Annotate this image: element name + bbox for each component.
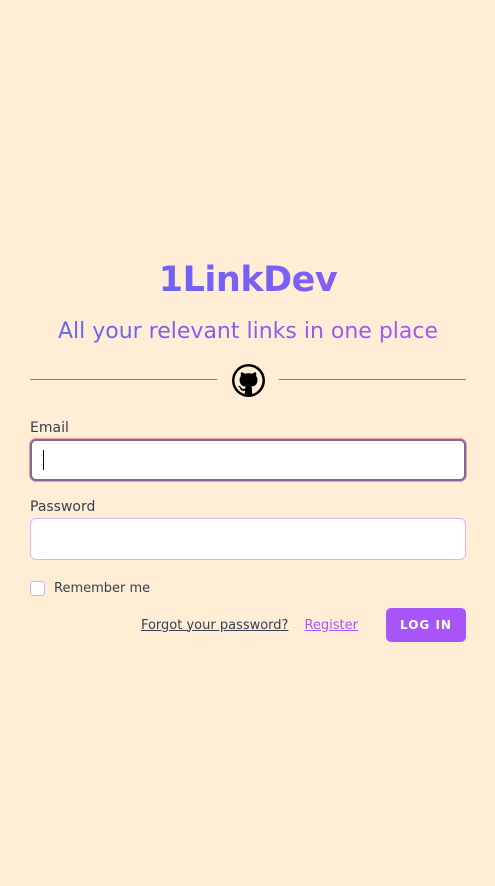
remember-me-checkbox[interactable]: [30, 580, 45, 596]
github-icon[interactable]: [232, 364, 265, 397]
form-actions: Forgot your password? Register LOG IN: [30, 608, 466, 642]
password-label: Password: [30, 499, 96, 515]
password-field[interactable]: [30, 518, 466, 560]
divider-line-left: [30, 379, 217, 380]
remember-me-row: Remember me: [30, 578, 466, 598]
forgot-password-link[interactable]: Forgot your password?: [141, 618, 289, 633]
email-label: Email: [30, 420, 69, 436]
brand-tagline: All your relevant links in one place: [30, 317, 466, 347]
register-link[interactable]: Register: [304, 618, 358, 633]
login-panel: 1LinkDev All your relevant links in one …: [30, 258, 466, 642]
text-caret: [43, 450, 44, 470]
login-button[interactable]: LOG IN: [386, 608, 466, 642]
email-field[interactable]: [30, 439, 466, 481]
divider-line-right: [279, 379, 466, 380]
remember-me-label[interactable]: Remember me: [54, 581, 150, 596]
brand-title: 1LinkDev: [30, 258, 466, 302]
divider: [30, 362, 466, 398]
